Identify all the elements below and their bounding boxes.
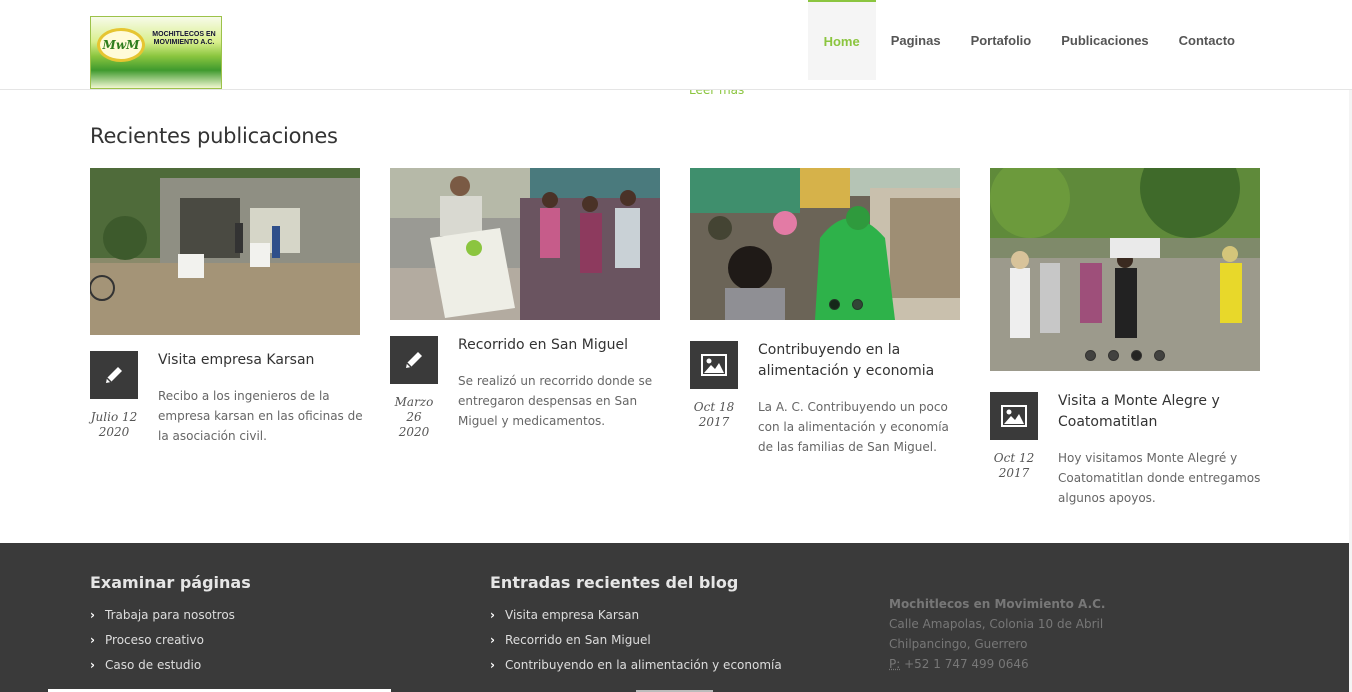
footer-link[interactable]: › Visita empresa Karsan: [490, 606, 782, 631]
site-logo[interactable]: MwM MOCHITLECOS EN MOVIMIENTO A.C.: [90, 16, 222, 89]
post-format-icon-box: [990, 392, 1038, 440]
slider-dot[interactable]: [852, 299, 863, 310]
post-format-icon-box: [690, 341, 738, 389]
post-card: Julio 12 2020 Visita empresa Karsan Reci…: [90, 168, 363, 458]
chevron-right-icon: ›: [490, 633, 495, 647]
logo-text: MOCHITLECOS EN MOVIMIENTO A.C.: [152, 31, 216, 46]
footer-contact: Mochitlecos en Movimiento A.C. Calle Ama…: [889, 594, 1106, 674]
chevron-right-icon: ›: [90, 658, 95, 672]
image-icon: [1001, 405, 1027, 427]
post-card: Marzo 26 2020 Recorrido en San Miguel Se…: [390, 168, 660, 458]
contact-address-line: Chilpancingo, Guerrero: [889, 637, 1028, 651]
footer-link[interactable]: › Contribuyendo en la alimentación y econ…: [490, 656, 782, 681]
post-title[interactable]: Contribuyendo en la alimentación y econo…: [758, 340, 958, 382]
slider-dot[interactable]: [1131, 350, 1142, 361]
chevron-right-icon: ›: [490, 608, 495, 622]
post-excerpt: Hoy visitamos Monte Alegré y Coatomatitl…: [1058, 451, 1261, 505]
footer-pages-column: Examinar páginas › Trabaja para nosotros …: [90, 573, 251, 681]
post-image[interactable]: [390, 168, 660, 320]
main-nav: Home Paginas Portafolio Publicaciones Co…: [807, 0, 1250, 80]
post-title[interactable]: Recorrido en San Miguel: [458, 335, 658, 356]
post-excerpt: La A. C. Contribuyendo un poco con la al…: [758, 400, 949, 454]
post-date: Oct 12 2017: [993, 451, 1035, 480]
nav-home[interactable]: Home: [807, 0, 876, 80]
section-title: Recientes publicaciones: [90, 124, 338, 148]
post-title[interactable]: Visita empresa Karsan: [158, 350, 358, 371]
chevron-right-icon: ›: [90, 608, 95, 622]
footer-link[interactable]: › Recorrido en San Miguel: [490, 631, 782, 656]
post-format-icon-box: [390, 336, 438, 384]
slider-dot[interactable]: [1154, 350, 1165, 361]
site-footer: Examinar páginas › Trabaja para nosotros …: [0, 543, 1352, 692]
logo-emblem: MwM: [97, 28, 145, 62]
slider-dot[interactable]: [829, 299, 840, 310]
nav-paginas[interactable]: Paginas: [876, 0, 956, 80]
footer-blog-column: Entradas recientes del blog › Visita empr…: [490, 573, 782, 681]
footer-link[interactable]: › Caso de estudio: [90, 656, 251, 681]
footer-link[interactable]: › Trabaja para nosotros: [90, 606, 251, 631]
chevron-right-icon: ›: [90, 633, 95, 647]
post-image-slider[interactable]: [990, 168, 1260, 371]
contact-org: Mochitlecos en Movimiento A.C.: [889, 597, 1106, 611]
nav-portafolio[interactable]: Portafolio: [956, 0, 1047, 80]
post-format-icon-box: [90, 351, 138, 399]
post-date: Julio 12 2020: [90, 410, 138, 439]
contact-phone: P: +52 1 747 499 0646: [889, 657, 1029, 671]
footer-pages-title: Examinar páginas: [90, 573, 251, 592]
chevron-right-icon: ›: [490, 658, 495, 672]
pencil-icon: [406, 352, 422, 368]
slider-dot[interactable]: [1108, 350, 1119, 361]
site-header: MwM MOCHITLECOS EN MOVIMIENTO A.C. Home …: [0, 0, 1352, 90]
post-excerpt: Recibo a los ingenieros de la empresa ka…: [158, 389, 363, 443]
nav-publicaciones[interactable]: Publicaciones: [1046, 0, 1163, 80]
post-date: Marzo 26 2020: [394, 395, 434, 439]
image-icon: [701, 354, 727, 376]
footer-blog-title: Entradas recientes del blog: [490, 573, 739, 592]
slider-dot[interactable]: [1085, 350, 1096, 361]
post-date: Oct 18 2017: [693, 400, 735, 429]
contact-address-line: Calle Amapolas, Colonia 10 de Abril: [889, 617, 1104, 631]
post-image[interactable]: [90, 168, 360, 335]
slider-dots: [1085, 350, 1165, 361]
post-title[interactable]: Visita a Monte Alegre y Coatomatitlan: [1058, 391, 1258, 433]
nav-contacto[interactable]: Contacto: [1164, 0, 1250, 80]
footer-link[interactable]: › Proceso creativo: [90, 631, 251, 656]
post-card: Oct 18 2017 Contribuyendo en la alimenta…: [690, 168, 960, 468]
post-image-slider[interactable]: [690, 168, 960, 320]
post-card: Oct 12 2017 Visita a Monte Alegre y Coat…: [990, 168, 1260, 518]
pencil-icon: [106, 367, 122, 383]
slider-dots: [829, 299, 863, 310]
post-excerpt: Se realizó un recorrido donde se entrega…: [458, 374, 653, 428]
